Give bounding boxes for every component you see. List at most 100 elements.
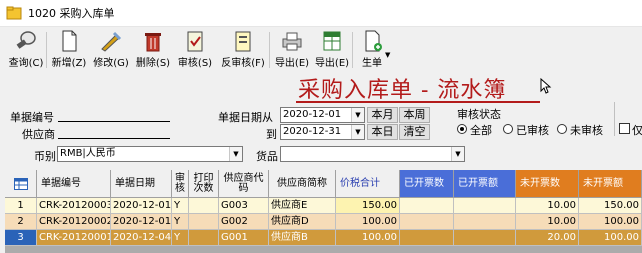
cell-date: 2020-12-04 (111, 230, 172, 246)
only-checkbox-label: 仅 (632, 124, 642, 137)
window-title: 1020 采购入库单 (28, 7, 115, 20)
cell-approved: Y (172, 214, 189, 230)
mouse-cursor-icon (540, 78, 552, 94)
cell-total: 100.00 (336, 214, 400, 230)
cell-doc-no: CRK-20120003 (37, 198, 111, 214)
cell-uninvoiced-qty: 10.00 (516, 214, 579, 230)
title-underline (296, 101, 540, 103)
approve-icon (187, 31, 203, 52)
cell-invoiced-qty (400, 198, 454, 214)
generate-document-button[interactable]: 生单 (355, 27, 389, 71)
currency-label: 币别 (34, 150, 56, 163)
cell-uninvoiced-amount: 100.00 (579, 214, 642, 230)
currency-select[interactable]: RMB|人民币 ▼ (57, 146, 243, 162)
date-from-label: 单据日期从 (218, 111, 273, 124)
cell-invoiced-amount (454, 198, 516, 214)
supplier-input[interactable] (58, 125, 170, 139)
only-checkbox[interactable] (619, 123, 630, 134)
status-all-label: 全部 (470, 124, 492, 137)
cell-invoiced-qty (400, 230, 454, 246)
app-icon (6, 6, 22, 20)
toolbar-separator (352, 32, 353, 68)
page-title: 采购入库单 - 流水簿 (298, 78, 507, 103)
data-grid: 单据编号 单据日期 审核 打印次数 供应商代码 供应商简称 价税合计 已开票数 … (5, 170, 642, 253)
edit-button[interactable]: 修改(G) (89, 27, 133, 71)
cell-uninvoiced-amount: 150.00 (579, 198, 642, 214)
dropdown-arrow-icon[interactable]: ▼ (451, 147, 464, 161)
column-header[interactable]: 未开票额 (579, 170, 642, 198)
approve-button[interactable]: 审核(S) (173, 27, 217, 71)
date-to-picker[interactable]: 2020-12-31 ▼ (280, 124, 365, 140)
doc-no-input[interactable] (58, 108, 170, 122)
table-icon (13, 177, 28, 190)
row-number: 1 (5, 198, 37, 214)
cell-invoiced-amount (454, 230, 516, 246)
status-group-border (614, 102, 615, 136)
toolbar: 查询(C) 新增(Z) 修改(G) 删除(S) 审核(S) 反审核(F) 导出(… (0, 26, 642, 72)
toolbar-separator (269, 32, 270, 68)
generate-document-icon (365, 30, 382, 52)
cell-supplier-code: G001 (219, 230, 269, 246)
status-approved-radio[interactable] (503, 124, 513, 134)
cell-supplier-code: G002 (219, 214, 269, 230)
cell-approved: Y (172, 198, 189, 214)
column-header[interactable]: 已开票额 (454, 170, 516, 198)
status-approved-label: 已审核 (516, 124, 549, 137)
date-from-picker[interactable]: 2020-12-01 ▼ (280, 107, 365, 123)
today-button[interactable]: 本日 (367, 124, 398, 140)
supplier-label: 供应商 (22, 128, 55, 141)
column-header[interactable]: 单据编号 (37, 170, 111, 198)
print-export-button[interactable]: 导出(E) (272, 27, 312, 71)
status-unapproved-label: 未审核 (570, 124, 603, 137)
status-all-radio[interactable] (457, 124, 467, 134)
cell-uninvoiced-qty: 20.00 (516, 230, 579, 246)
unapprove-button[interactable]: 反审核(F) (217, 27, 269, 71)
delete-button[interactable]: 删除(S) (133, 27, 173, 71)
search-icon (16, 31, 36, 49)
dropdown-arrow-icon[interactable]: ▼ (229, 147, 242, 161)
excel-export-icon (323, 31, 341, 51)
chevron-down-icon[interactable]: ▼ (385, 51, 390, 59)
column-header[interactable]: 价税合计 (336, 170, 400, 198)
new-document-icon (62, 30, 77, 52)
grid-corner[interactable] (5, 170, 37, 198)
column-header[interactable]: 供应商简称 (269, 170, 336, 198)
cell-date: 2020-12-01 (111, 198, 172, 214)
date-to-label: 到 (266, 128, 277, 141)
column-header[interactable]: 单据日期 (111, 170, 172, 198)
column-header[interactable]: 未开票数 (516, 170, 579, 198)
cell-supplier-name: 供应商B (269, 230, 336, 246)
print-icon (282, 32, 302, 51)
column-header[interactable]: 已开票数 (400, 170, 454, 198)
dropdown-arrow-icon[interactable]: ▼ (351, 125, 364, 139)
cell-uninvoiced-qty: 10.00 (516, 198, 579, 214)
edit-icon (101, 31, 122, 52)
new-button[interactable]: 新增(Z) (49, 27, 89, 71)
excel-export-button[interactable]: 导出(E) (312, 27, 352, 71)
dropdown-arrow-icon[interactable]: ▼ (351, 108, 364, 122)
this-month-button[interactable]: 本月 (367, 107, 398, 123)
cell-total: 100.00 (336, 230, 400, 246)
cell-print-count (189, 230, 219, 246)
cell-print-count (189, 198, 219, 214)
cell-uninvoiced-amount: 100.00 (579, 230, 642, 246)
cell-date: 2020-12-01 (111, 214, 172, 230)
status-label: 审核状态 (457, 108, 501, 121)
cell-total: 150.00 (336, 198, 400, 214)
column-header[interactable]: 供应商代码 (219, 170, 269, 198)
cell-supplier-name: 供应商E (269, 198, 336, 214)
title-bar: 1020 采购入库单 (0, 0, 642, 26)
delete-icon (145, 33, 161, 52)
cell-supplier-name: 供应商D (269, 214, 336, 230)
row-number: 2 (5, 214, 37, 230)
this-week-button[interactable]: 本周 (399, 107, 430, 123)
goods-select[interactable]: ▼ (280, 146, 465, 162)
column-header[interactable]: 审核 (172, 170, 189, 198)
cell-invoiced-qty (400, 214, 454, 230)
clear-button[interactable]: 清空 (399, 124, 430, 140)
search-button[interactable]: 查询(C) (6, 27, 46, 71)
status-unapproved-radio[interactable] (557, 124, 567, 134)
column-header[interactable]: 打印次数 (189, 170, 219, 198)
cell-doc-no: CRK-20120001 (37, 230, 111, 246)
goods-label: 货品 (256, 150, 278, 163)
